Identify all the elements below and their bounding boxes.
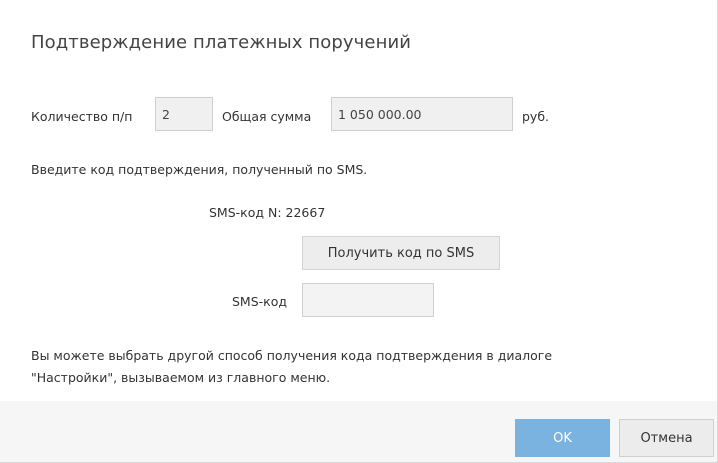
count-label: Количество п/п: [31, 109, 133, 124]
instruction-text: Введите код подтверждения, полученный по…: [31, 162, 368, 177]
payment-confirmation-dialog: Подтверждение платежных поручений Количе…: [0, 0, 718, 463]
sms-code-label: SMS-код: [232, 294, 288, 309]
settings-note: Вы можете выбрать другой способ получени…: [31, 345, 691, 389]
get-sms-code-button[interactable]: Получить код по SMS: [302, 236, 500, 270]
count-field[interactable]: [155, 97, 213, 131]
ok-button[interactable]: OK: [515, 419, 610, 457]
sum-field[interactable]: [331, 97, 513, 131]
settings-note-line-1: Вы можете выбрать другой способ получени…: [31, 348, 553, 363]
currency-label: руб.: [522, 109, 550, 124]
cancel-button[interactable]: Отмена: [619, 419, 714, 457]
sum-label: Общая сумма: [222, 109, 312, 124]
sms-code-input[interactable]: [302, 283, 434, 317]
sms-number-label: SMS-код N: 22667: [209, 205, 326, 220]
dialog-title: Подтверждение платежных поручений: [31, 32, 412, 53]
dialog-footer: OK Отмена: [0, 401, 717, 462]
settings-note-line-2: "Настройки", вызываемом из главного меню…: [31, 370, 331, 385]
